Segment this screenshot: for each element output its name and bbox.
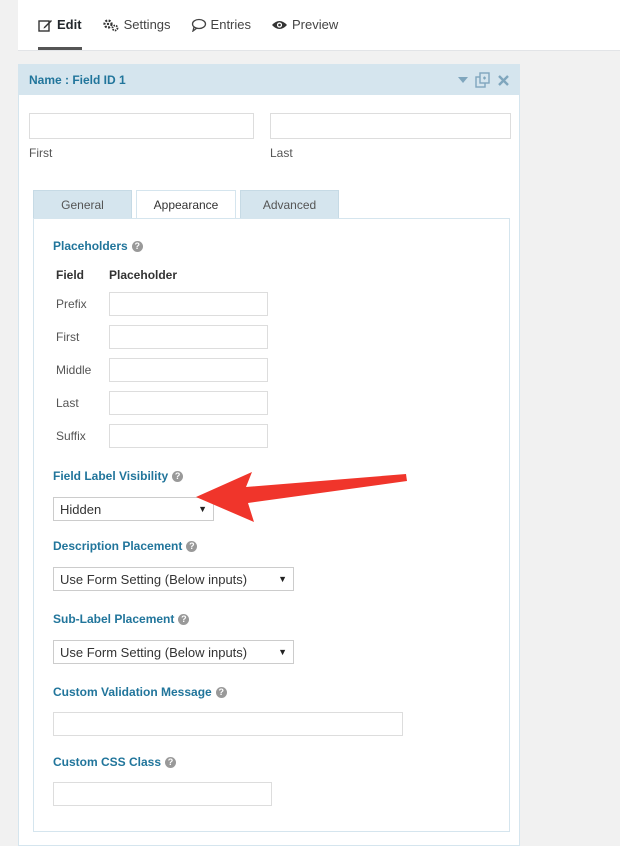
form-editor-toolbar: Edit Settings Entries Preview (18, 0, 620, 51)
suffix-placeholder-input[interactable] (109, 424, 268, 448)
placeholder-row-last: Last (56, 391, 268, 415)
eye-icon (271, 19, 288, 31)
caret-down-icon: ▼ (278, 647, 287, 657)
help-icon[interactable]: ? (172, 470, 184, 482)
tab-appearance[interactable]: Appearance (136, 190, 236, 220)
middle-placeholder-input[interactable] (109, 358, 268, 382)
sublabel-placement-title: Sub-Label Placement (53, 612, 175, 626)
tab-settings[interactable]: Settings (102, 0, 171, 49)
description-placement-value: Use Form Setting (Below inputs) (60, 571, 248, 587)
collapse-icon[interactable] (458, 76, 468, 84)
col-field-header: Field (56, 268, 85, 282)
tab-advanced[interactable]: Advanced (240, 190, 339, 219)
placeholder-row-label: Suffix (56, 429, 86, 443)
tab-entries[interactable]: Entries (191, 0, 251, 49)
tab-edit[interactable]: Edit (38, 0, 82, 50)
placeholder-row-middle: Middle (56, 358, 268, 382)
label-visibility-select[interactable]: Hidden ▼ (53, 497, 214, 521)
description-placement-select[interactable]: Use Form Setting (Below inputs) ▼ (53, 567, 294, 591)
label-visibility-value: Hidden (60, 501, 102, 517)
field-settings-panel: Name : Field ID 1 First Last General App… (18, 64, 520, 846)
last-placeholder-input[interactable] (109, 391, 268, 415)
panel-header: Name : Field ID 1 (19, 65, 519, 95)
placeholders-title: Placeholders (53, 239, 128, 253)
comment-icon (191, 18, 207, 32)
name-preview: First Last (29, 113, 511, 160)
top-nav: Edit Settings Entries Preview (38, 0, 358, 50)
help-icon[interactable]: ? (178, 613, 190, 625)
placeholder-row-label: Middle (56, 363, 92, 377)
css-class-input[interactable] (53, 782, 272, 806)
close-icon[interactable] (498, 74, 509, 86)
name-last-col: Last (270, 113, 511, 160)
sublabel-placement-value: Use Form Setting (Below inputs) (60, 644, 248, 660)
tab-entries-label: Entries (210, 17, 252, 32)
name-first-col: First (29, 113, 254, 160)
tab-preview[interactable]: Preview (271, 0, 338, 49)
css-class-heading: Custom CSS Class ? (53, 755, 177, 769)
label-visibility-heading: Field Label Visibility ? (53, 469, 184, 483)
placeholder-row-prefix: Prefix (56, 292, 268, 316)
prefix-placeholder-input[interactable] (109, 292, 268, 316)
settings-tabs: General Appearance Advanced (33, 190, 343, 220)
tab-general[interactable]: General (33, 190, 132, 219)
gear-icon (102, 18, 120, 32)
tab-preview-label: Preview (292, 17, 339, 32)
validation-message-input[interactable] (53, 712, 403, 736)
sublabel-placement-heading: Sub-Label Placement ? (53, 612, 190, 626)
help-icon[interactable]: ? (186, 540, 198, 552)
panel-title: Name : Field ID 1 (29, 73, 126, 87)
last-name-sublabel: Last (270, 146, 293, 160)
duplicate-icon[interactable] (475, 72, 491, 88)
tab-settings-label: Settings (123, 17, 171, 32)
help-icon[interactable]: ? (215, 686, 227, 698)
first-name-preview-input[interactable] (29, 113, 254, 139)
panel-actions (458, 72, 509, 88)
last-name-preview-input[interactable] (270, 113, 511, 139)
placeholder-row-label: First (56, 330, 80, 344)
col-placeholder-header: Placeholder (109, 268, 178, 282)
placeholders-heading: Placeholders ? (53, 239, 143, 253)
annotation-arrow (196, 472, 407, 522)
label-visibility-title: Field Label Visibility (53, 469, 169, 483)
description-placement-heading: Description Placement ? (53, 539, 198, 553)
edit-icon (38, 18, 53, 32)
appearance-tab-content: Placeholders ? Field Placeholder Prefix … (33, 218, 510, 832)
first-name-sublabel: First (29, 146, 53, 160)
css-class-title: Custom CSS Class (53, 755, 162, 769)
first-placeholder-input[interactable] (109, 325, 268, 349)
tab-edit-label: Edit (57, 17, 82, 32)
validation-title: Custom Validation Message (53, 685, 212, 699)
description-placement-title: Description Placement (53, 539, 183, 553)
help-icon[interactable]: ? (131, 240, 143, 252)
placeholder-row-label: Last (56, 396, 79, 410)
help-icon[interactable]: ? (165, 756, 177, 768)
placeholder-row-suffix: Suffix (56, 424, 268, 448)
sublabel-placement-select[interactable]: Use Form Setting (Below inputs) ▼ (53, 640, 294, 664)
placeholder-row-label: Prefix (56, 297, 87, 311)
caret-down-icon: ▼ (278, 574, 287, 584)
validation-heading: Custom Validation Message ? (53, 685, 227, 699)
placeholder-row-first: First (56, 325, 268, 349)
